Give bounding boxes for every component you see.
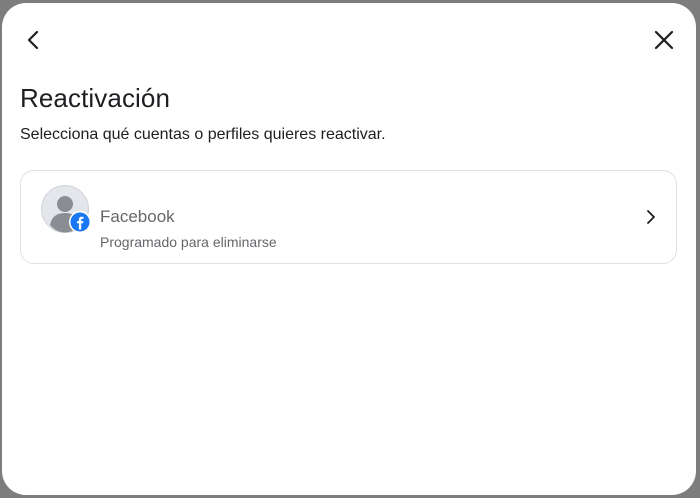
facebook-icon <box>69 211 91 233</box>
account-name: Facebook <box>100 207 175 226</box>
account-item-facebook[interactable]: Facebook Programado para eliminarse <box>20 170 677 264</box>
reactivation-dialog: Reactivación Selecciona qué cuentas o pe… <box>2 3 696 495</box>
chevron-right-icon <box>647 210 655 224</box>
account-status: Programado para eliminarse <box>100 234 277 250</box>
close-button[interactable] <box>648 24 680 56</box>
chevron-left-icon <box>27 30 39 50</box>
back-button[interactable] <box>18 24 50 56</box>
dialog-subtitle: Selecciona qué cuentas o perfiles quiere… <box>20 126 386 143</box>
dialog-title: Reactivación <box>20 83 171 113</box>
close-icon <box>654 30 674 50</box>
